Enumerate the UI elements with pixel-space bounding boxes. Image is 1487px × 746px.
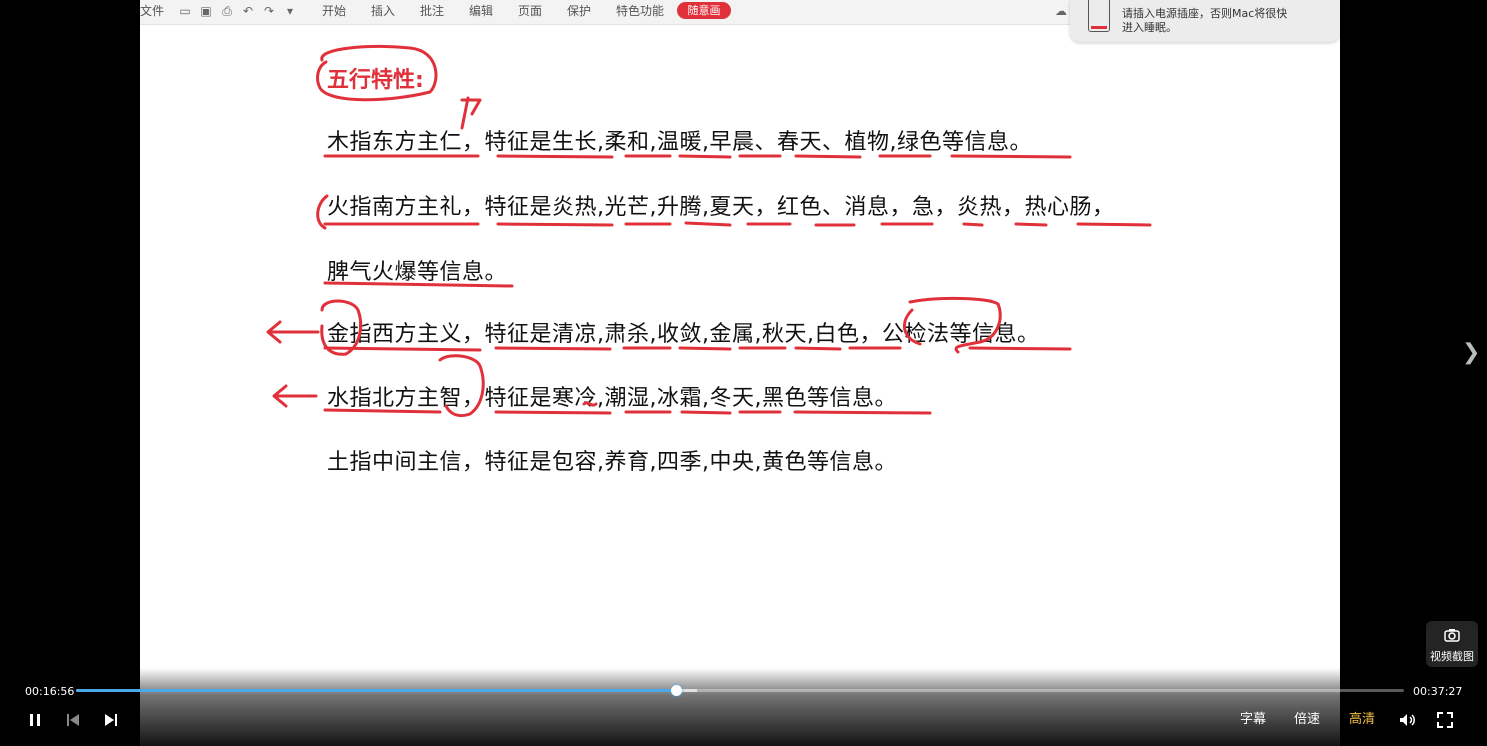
ink-arrow-metal: [266, 320, 320, 344]
menu-start: 开始: [322, 4, 347, 18]
doc-line-wood: 木指东方主仁，特征是生长,柔和,温暖,早晨、春天、植物,绿色等信息。: [327, 130, 1032, 155]
pause-icon[interactable]: [25, 710, 45, 730]
snapshot-label: 视频截图: [1430, 650, 1474, 663]
menu-page: 页面: [518, 4, 543, 18]
doc-line-fire: 火指南方主礼，特征是炎热,光芒,升腾,夏天，红色、消息，急，炎热，热心肠，: [327, 195, 1115, 220]
video-frame[interactable]: 文件 ▭ ▣ ⎙ ↶ ↷ ▾ 开始 插入 批注 编辑 页面 保护 特色功能 随意…: [140, 0, 1340, 746]
dropdown-icon: ▾: [286, 4, 294, 18]
cloud-icon: ☁: [1055, 4, 1067, 18]
doc-line-metal: 金指西方主义，特征是清凉,肃杀,收敛,金属,秋天,白色，公检法等信息。: [327, 322, 1040, 347]
player-stage: 文件 ▭ ▣ ⎙ ↶ ↷ ▾ 开始 插入 批注 编辑 页面 保护 特色功能 随意…: [0, 0, 1487, 746]
fullscreen-icon[interactable]: [1435, 710, 1455, 730]
progress-bar[interactable]: [76, 685, 1404, 696]
doc-line-fire-cont: 脾气火爆等信息。: [327, 260, 508, 285]
ink-bracket-fire: [316, 194, 329, 230]
save-icon: ▣: [200, 4, 212, 18]
ink-underline-2: [323, 221, 1152, 227]
ink-underline-4: [323, 346, 1072, 352]
snapshot-button[interactable]: 视频截图: [1426, 621, 1478, 667]
ink-underline-1: [323, 154, 1072, 159]
menu-features: 特色功能: [616, 4, 665, 18]
menu-freehand: 随意画: [677, 2, 731, 19]
undo-icon: ↶: [242, 4, 254, 18]
progress-fill: [76, 689, 677, 692]
menu-protect: 保护: [567, 4, 592, 18]
print-icon: ⎙: [222, 4, 232, 18]
quality-button[interactable]: 高清: [1349, 711, 1375, 729]
volume-icon[interactable]: [1397, 710, 1417, 730]
menu-file: 文件: [140, 4, 165, 18]
redo-icon: ↷: [263, 4, 275, 18]
document-page: 五行特性: 木指东方主仁，特征是生长,柔和,温暖,早晨、春天、植物,绿色等信息。…: [140, 26, 1340, 746]
camera-icon: [1444, 629, 1460, 642]
menu-comment: 批注: [420, 4, 445, 18]
player-controls: 00:16:56 00:37:27 字幕 倍速 高清: [0, 668, 1487, 746]
doc-line-earth: 土指中间主信，特征是包容,养育,四季,中央,黄色等信息。: [327, 450, 897, 475]
ink-arrow-water: [272, 384, 318, 408]
notification-line-1: 请插入电源插座，否则Mac将很快: [1122, 7, 1288, 20]
menu-insert: 插入: [371, 4, 396, 18]
doc-line-water: 水指北方主智，特征是寒冷,潮湿,冰霜,冬天,黑色等信息。: [327, 386, 897, 411]
next-chevron-icon[interactable]: ❯: [1462, 340, 1480, 365]
progress-thumb[interactable]: [671, 685, 683, 696]
subtitle-button[interactable]: 字幕: [1240, 711, 1266, 729]
folder-icon: ▭: [179, 4, 191, 18]
previous-icon[interactable]: [63, 710, 83, 730]
doc-title: 五行特性:: [327, 68, 424, 93]
speed-button[interactable]: 倍速: [1294, 711, 1320, 729]
next-icon[interactable]: [101, 710, 121, 730]
total-time: 00:37:27: [1413, 685, 1463, 698]
current-time: 00:16:56: [25, 685, 75, 698]
menu-edit: 编辑: [469, 4, 494, 18]
